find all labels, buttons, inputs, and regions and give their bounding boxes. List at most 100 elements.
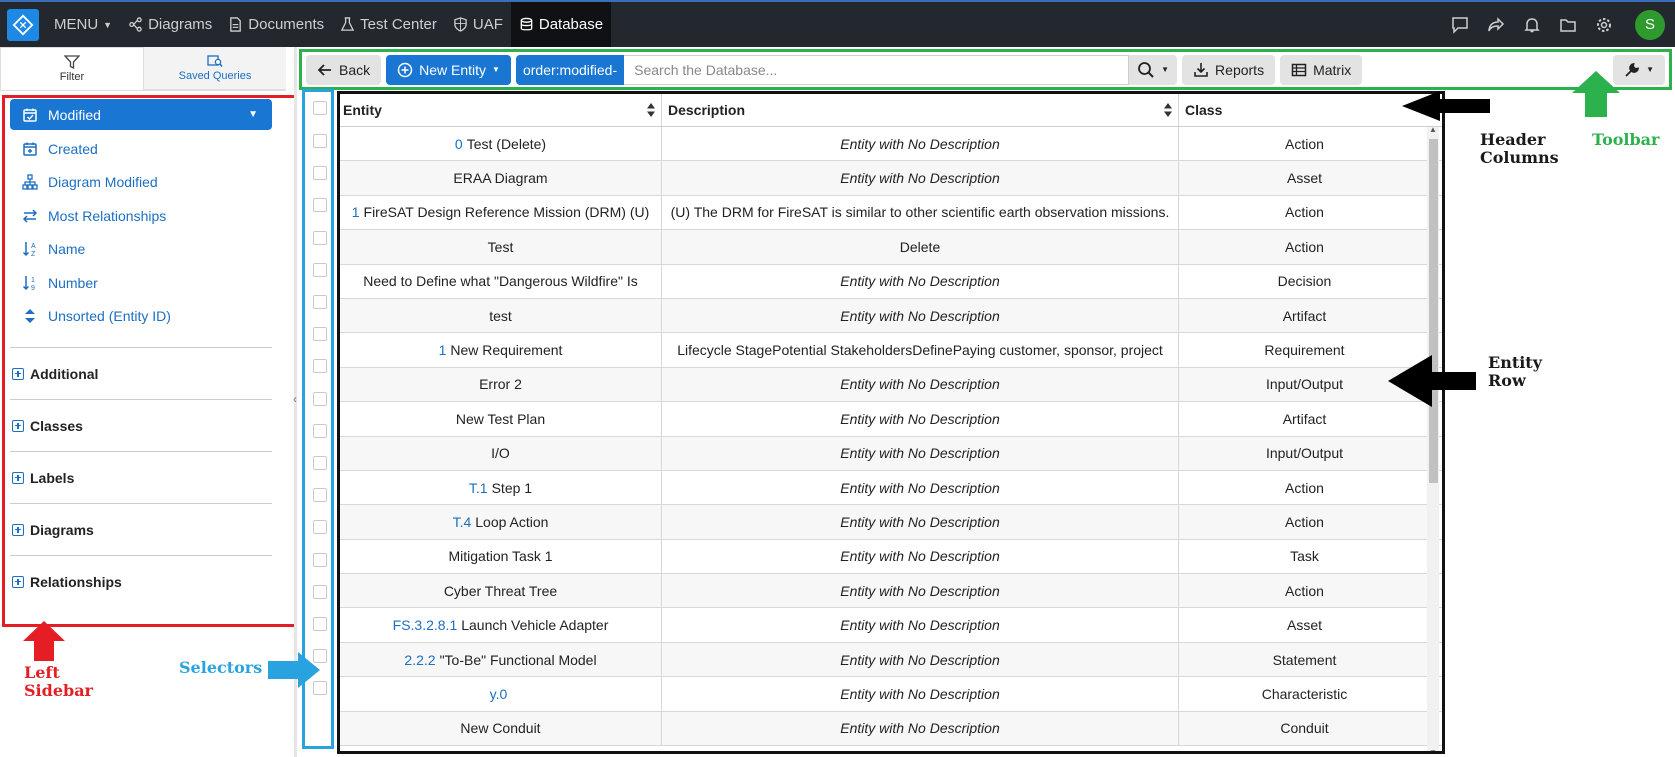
cell-entity[interactable]: test — [340, 298, 662, 333]
tools-menu-button[interactable]: ▼ — [1613, 54, 1665, 85]
user-avatar[interactable]: S — [1635, 9, 1665, 40]
back-button[interactable]: Back — [306, 54, 382, 85]
table-row[interactable]: Cyber Threat Tree Entity with No Descript… — [340, 574, 1442, 609]
entity-name[interactable]: Launch Vehicle Adapter — [461, 617, 608, 633]
row-checkbox[interactable] — [313, 584, 327, 599]
tab-filter[interactable]: Filter — [0, 47, 144, 90]
entity-number[interactable]: FS.3.2.8.1 — [393, 617, 458, 633]
entity-number[interactable]: 1 — [352, 204, 360, 220]
share-icon[interactable] — [1487, 16, 1505, 34]
entity-name[interactable]: Test — [488, 239, 514, 255]
search-input[interactable] — [624, 54, 1130, 85]
entity-number[interactable]: T.4 — [453, 514, 472, 530]
entity-name[interactable]: "To-Be" Functional Model — [440, 652, 597, 668]
cell-entity[interactable]: FS.3.2.8.1 Launch Vehicle Adapter — [340, 608, 662, 642]
table-row[interactable]: T.1 Step 1 Entity with No Description Actio… — [340, 470, 1442, 506]
bell-icon[interactable] — [1523, 16, 1541, 34]
entity-name[interactable]: ERAA Diagram — [453, 170, 547, 186]
collapse-sidebar-icon[interactable]: ‹ — [293, 392, 297, 406]
table-row[interactable]: Test Delete Action — [340, 230, 1442, 265]
row-checkbox[interactable] — [313, 198, 327, 213]
cell-entity[interactable]: I/O — [340, 436, 662, 470]
table-row[interactable]: 2.2.2 "To-Be" Functional Model Entity with… — [340, 642, 1442, 678]
sort-arrows-icon[interactable] — [646, 102, 656, 118]
folder-icon[interactable] — [1559, 16, 1577, 34]
row-checkbox[interactable] — [313, 327, 327, 342]
row-checkbox[interactable] — [313, 134, 327, 148]
cell-entity[interactable]: 1 FireSAT Design Reference Mission (DRM) … — [340, 195, 662, 230]
table-row[interactable]: FS.3.2.8.1 Launch Vehicle Adapter Entity w… — [340, 608, 1442, 643]
entity-name[interactable]: Loop Action — [475, 514, 548, 530]
row-checkbox[interactable] — [313, 230, 327, 245]
row-checkbox[interactable] — [313, 423, 327, 438]
cell-entity[interactable]: New Test Plan — [340, 402, 662, 436]
entity-name[interactable]: FireSAT Design Reference Mission (DRM) (… — [364, 204, 650, 220]
row-checkbox[interactable] — [313, 166, 327, 181]
app-logo-icon[interactable] — [7, 8, 39, 41]
column-header-description[interactable]: Description — [662, 94, 1179, 126]
row-checkbox[interactable] — [313, 295, 327, 309]
entity-name[interactable]: New Test Plan — [456, 411, 545, 427]
reports-button[interactable]: Reports — [1182, 54, 1276, 85]
cell-entity[interactable]: 0 Test (Delete) — [340, 127, 662, 161]
row-checkbox[interactable] — [313, 552, 327, 567]
vertical-scrollbar[interactable]: ▲ ▼ — [1427, 125, 1439, 751]
cell-entity[interactable]: T.1 Step 1 — [340, 470, 662, 505]
cell-entity[interactable]: Need to Define what "Dangerous Wildfire"… — [340, 264, 662, 298]
entity-name[interactable]: test — [489, 308, 512, 324]
entity-name[interactable]: Cyber Threat Tree — [444, 583, 557, 599]
matrix-button[interactable]: Matrix — [1280, 54, 1363, 85]
order-filter-chip[interactable]: order:modified- — [515, 54, 625, 85]
cell-entity[interactable]: New Conduit — [340, 711, 662, 746]
nav-uaf[interactable]: UAF — [445, 2, 511, 47]
nav-test-center[interactable]: Test Center — [332, 2, 445, 47]
table-row[interactable]: ERAA Diagram Entity with No Description As… — [340, 161, 1442, 196]
entity-name[interactable]: Mitigation Task 1 — [448, 548, 552, 564]
row-checkbox[interactable] — [313, 391, 327, 406]
table-row[interactable]: y.0 Entity with No Description Characteris… — [340, 677, 1442, 712]
nav-database[interactable]: Database — [510, 2, 612, 47]
table-row[interactable]: 1 FireSAT Design Reference Mission (DRM) … — [340, 195, 1442, 231]
row-checkbox[interactable] — [313, 617, 327, 631]
sort-arrows-icon[interactable] — [1163, 102, 1173, 118]
row-checkbox[interactable] — [313, 488, 327, 503]
table-row[interactable]: I/O Entity with No Description Input/Outpu… — [340, 436, 1442, 471]
entity-number[interactable]: y.0 — [490, 686, 508, 702]
entity-number[interactable]: T.1 — [469, 480, 488, 496]
nav-documents[interactable]: Documents — [220, 2, 332, 47]
table-row[interactable]: New Conduit Entity with No Description Con… — [340, 711, 1442, 747]
entity-number[interactable]: 1 — [439, 342, 447, 358]
entity-name[interactable]: I/O — [491, 445, 510, 461]
entity-name[interactable]: Error 2 — [479, 376, 522, 392]
entity-name[interactable]: Step 1 — [492, 480, 532, 496]
table-row[interactable]: New Test Plan Entity with No Description A… — [340, 402, 1442, 437]
entity-name[interactable]: New Conduit — [460, 720, 540, 736]
row-checkbox[interactable] — [313, 359, 327, 374]
table-row[interactable]: T.4 Loop Action Entity with No Description… — [340, 505, 1442, 540]
cell-entity[interactable]: ERAA Diagram — [340, 161, 662, 195]
select-all-checkbox[interactable] — [313, 101, 327, 115]
nav-diagrams[interactable]: Diagrams — [120, 2, 220, 47]
entity-name[interactable]: New Requirement — [450, 342, 562, 358]
search-button[interactable]: ▼ — [1129, 54, 1178, 85]
entity-number[interactable]: 0 — [455, 136, 463, 152]
menu-dropdown[interactable]: MENU ▼ — [46, 2, 120, 47]
cell-entity[interactable]: Mitigation Task 1 — [340, 539, 662, 574]
row-checkbox[interactable] — [313, 456, 327, 470]
entity-name[interactable]: Need to Define what "Dangerous Wildfire"… — [363, 273, 638, 289]
table-row[interactable]: Mitigation Task 1 Entity with No Descript… — [340, 539, 1442, 575]
table-row[interactable]: Error 2 Entity with No Description Input/O… — [340, 367, 1442, 403]
cell-entity[interactable]: Cyber Threat Tree — [340, 574, 662, 608]
gear-icon[interactable] — [1595, 16, 1613, 34]
tab-saved-queries[interactable]: Saved Queries — [144, 47, 286, 90]
row-checkbox[interactable] — [313, 520, 327, 535]
column-header-entity[interactable]: Entity — [340, 94, 662, 126]
new-entity-button[interactable]: New Entity ▼ — [386, 54, 511, 85]
table-row[interactable]: 1 New Requirement Lifecycle StagePotential… — [340, 333, 1442, 368]
column-header-class[interactable]: Class — [1179, 94, 1430, 126]
scrollbar-thumb[interactable] — [1429, 139, 1438, 483]
cell-entity[interactable]: y.0 — [340, 677, 662, 711]
entity-name[interactable]: Test (Delete) — [467, 136, 546, 152]
cell-entity[interactable]: Error 2 — [340, 367, 662, 402]
table-row[interactable]: Need to Define what "Dangerous Wildfire"… — [340, 264, 1442, 299]
